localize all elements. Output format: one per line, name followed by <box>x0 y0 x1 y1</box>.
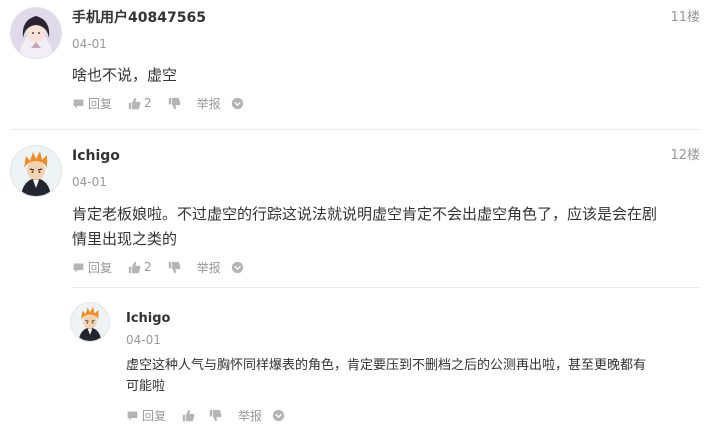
like-button[interactable]: 2 <box>128 96 152 110</box>
dislike-button[interactable] <box>209 409 222 422</box>
thumbs-up-icon <box>128 97 141 109</box>
username[interactable]: Ichigo <box>72 147 120 165</box>
report-button[interactable]: 举报 <box>197 95 221 112</box>
post-date: 04-01 <box>72 175 107 189</box>
reply-button[interactable]: 回复 <box>126 407 166 424</box>
reply-button[interactable]: 回复 <box>72 95 112 112</box>
chevron-down-icon <box>231 97 243 109</box>
username[interactable]: 手机用户40847565 <box>72 9 206 27</box>
avatar[interactable] <box>10 7 62 59</box>
report-label: 举报 <box>196 96 221 111</box>
floor-number: 12楼 <box>670 148 700 163</box>
floor-number: 11楼 <box>670 10 700 25</box>
dislike-button[interactable] <box>168 97 181 110</box>
more-options-button[interactable] <box>231 97 244 110</box>
like-button[interactable]: 2 <box>128 260 152 274</box>
reply-text-line: 可能啦 <box>126 379 166 394</box>
reply-text: 虚空这种人气与胸怀同样爆表的角色，肯定要压到不删档之后的公测再出啦，甚至更晚都有… <box>126 355 706 397</box>
comment-text: 啥也不说，虚空 <box>72 66 178 84</box>
comment-divider <box>10 129 700 130</box>
chevron-down-icon <box>231 261 243 273</box>
like-count: 2 <box>144 260 152 274</box>
username[interactable]: Ichigo <box>126 310 171 328</box>
comment-text: 肯定老板娘啦。不过虚空的行踪这说法就说明虚空肯定不会出虚空角色了，应该是会在剧 … <box>72 202 708 252</box>
dislike-button[interactable] <box>168 261 181 274</box>
reply-text-line: 虚空这种人气与胸怀同样爆表的角色，肯定要压到不删档之后的公测再出啦，甚至更晚都有 <box>126 358 647 373</box>
comment-text-line: 情里出现之类的 <box>72 230 178 248</box>
avatar[interactable] <box>10 145 62 197</box>
more-options-button[interactable] <box>231 261 244 274</box>
comment-icon <box>73 262 84 272</box>
post-date: 04-01 <box>126 333 161 347</box>
comment-actions: 回复 2 举报 <box>72 259 244 275</box>
report-button[interactable]: 举报 <box>238 407 262 424</box>
thumbs-down-icon <box>168 97 181 109</box>
thumbs-up-icon <box>128 261 141 273</box>
thumbs-down-icon <box>168 261 181 273</box>
comment-icon <box>73 98 84 108</box>
post-date: 04-01 <box>72 37 107 51</box>
more-options-button[interactable] <box>272 409 285 422</box>
comment-icon <box>127 410 138 420</box>
like-button[interactable] <box>182 409 195 422</box>
chevron-down-icon <box>272 409 285 421</box>
report-label: 举报 <box>196 260 221 275</box>
reply-button[interactable]: 回复 <box>72 259 112 276</box>
thumbs-up-icon <box>182 409 195 421</box>
reply-label: 回复 <box>88 96 113 111</box>
report-label: 举报 <box>238 408 263 423</box>
reply-actions: 回复 举报 <box>126 407 285 423</box>
avatar[interactable] <box>70 302 110 342</box>
thumbs-down-icon <box>209 409 222 421</box>
reply-divider <box>72 287 700 288</box>
like-count: 2 <box>144 96 152 110</box>
reply-label: 回复 <box>88 260 113 275</box>
report-button[interactable]: 举报 <box>197 259 221 276</box>
comment-text-line: 肯定老板娘啦。不过虚空的行踪这说法就说明虚空肯定不会出虚空角色了，应该是会在剧 <box>72 205 658 223</box>
reply-label: 回复 <box>142 408 167 423</box>
comment-actions: 回复 2 举报 <box>72 95 244 111</box>
